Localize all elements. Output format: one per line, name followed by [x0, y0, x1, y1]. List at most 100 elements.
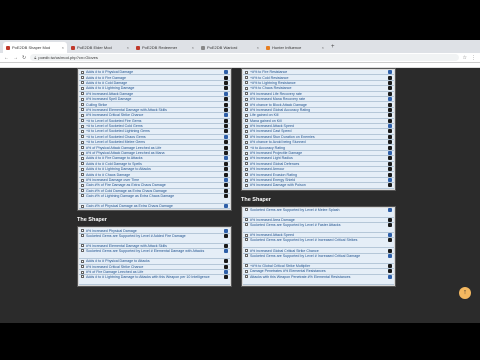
checkbox-icon[interactable]: [245, 167, 248, 171]
mod-row[interactable]: Socketed Gems are Supported by Level # I…: [243, 238, 394, 249]
close-icon[interactable]: ×: [192, 45, 194, 50]
checkbox-icon[interactable]: [245, 264, 248, 268]
checkbox-icon[interactable]: [245, 162, 248, 166]
checkbox-icon[interactable]: [81, 129, 84, 133]
mod-row[interactable]: Adds # to # Lightning Damage to Attacks …: [79, 275, 230, 286]
checkbox-icon[interactable]: [81, 249, 84, 253]
checkbox-icon[interactable]: [245, 238, 248, 242]
close-icon[interactable]: ×: [322, 45, 324, 50]
new-tab-button[interactable]: +: [328, 44, 338, 50]
checkbox-icon[interactable]: [245, 173, 248, 177]
mod-text: Socketed Gems are Supported by Level # M…: [250, 207, 340, 212]
checkbox-icon[interactable]: [81, 265, 84, 269]
tab-hunter[interactable]: Hunter Influence ×: [263, 42, 327, 53]
checkbox-icon[interactable]: [81, 97, 84, 101]
checkbox-icon[interactable]: [81, 167, 84, 171]
checkbox-icon[interactable]: [81, 76, 84, 80]
checkbox-icon[interactable]: [81, 135, 84, 139]
checkbox-icon[interactable]: [81, 204, 84, 208]
checkbox-icon[interactable]: [81, 162, 84, 166]
reload-icon[interactable]: ↻: [22, 55, 26, 61]
mod-tag-icon: [388, 253, 392, 258]
close-icon[interactable]: ×: [127, 45, 129, 50]
back-icon[interactable]: ←: [4, 55, 9, 61]
tab-warlord[interactable]: PoE2DB Warlord ×: [198, 42, 262, 53]
checkbox-icon[interactable]: [245, 70, 248, 74]
mod-row[interactable]: Socketed Gems are Supported by Level # I…: [243, 253, 394, 264]
address-bar[interactable]: 🔒︎ poedb.tw/us/mod.php?cn=Gloves: [30, 54, 459, 61]
checkbox-icon[interactable]: [81, 156, 84, 160]
mod-row[interactable]: Gain #% of Lightning Damage as Extra Cha…: [79, 193, 230, 204]
checkbox-icon[interactable]: [245, 146, 248, 150]
checkbox-icon[interactable]: [81, 270, 84, 274]
checkbox-icon[interactable]: [81, 229, 84, 233]
mod-row[interactable]: Gain #% of Physical Damage as Extra Chao…: [79, 203, 230, 210]
mod-row[interactable]: Socketed Gems are Supported by Level # E…: [79, 249, 230, 260]
checkbox-icon[interactable]: [245, 222, 248, 226]
checkbox-icon[interactable]: [245, 233, 248, 237]
checkbox-icon[interactable]: [245, 108, 248, 112]
close-icon[interactable]: ×: [62, 45, 64, 50]
checkbox-icon[interactable]: [245, 119, 248, 123]
checkbox-icon[interactable]: [81, 103, 84, 107]
checkbox-icon[interactable]: [81, 92, 84, 96]
mod-row[interactable]: #% increased Damage with Poison: [243, 183, 394, 189]
close-icon[interactable]: ×: [257, 45, 259, 50]
checkbox-icon[interactable]: [245, 97, 248, 101]
mod-row[interactable]: Socketed Gems are Supported by Level # A…: [79, 233, 230, 244]
checkbox-icon[interactable]: [245, 151, 248, 155]
checkbox-icon[interactable]: [81, 233, 84, 237]
checkbox-icon[interactable]: [245, 156, 248, 160]
mod-row[interactable]: Socketed Gems are Supported by Level # M…: [243, 207, 394, 218]
checkbox-icon[interactable]: [245, 218, 248, 222]
checkbox-icon[interactable]: [81, 189, 84, 193]
forward-icon[interactable]: →: [13, 55, 18, 61]
checkbox-icon[interactable]: [81, 244, 84, 248]
checkbox-icon[interactable]: [245, 113, 248, 117]
checkbox-icon[interactable]: [81, 119, 84, 123]
mod-row[interactable]: Socketed Gems are Supported by Level # F…: [243, 222, 394, 233]
checkbox-icon[interactable]: [81, 108, 84, 112]
star-icon[interactable]: ☆: [463, 55, 467, 61]
mod-row[interactable]: Attacks with this Weapon Penetrate #% El…: [243, 274, 394, 285]
tab-label: PoE2DB Redeemer: [142, 45, 178, 50]
scroll-to-top-button[interactable]: ↑: [459, 287, 471, 299]
checkbox-icon[interactable]: [81, 124, 84, 128]
tab-elder[interactable]: PoE2DB Elder Mod ×: [68, 42, 132, 53]
checkbox-icon[interactable]: [81, 259, 84, 263]
checkbox-icon[interactable]: [245, 103, 248, 107]
checkbox-icon[interactable]: [81, 151, 84, 155]
checkbox-icon[interactable]: [245, 86, 248, 90]
checkbox-icon[interactable]: [81, 178, 84, 182]
checkbox-icon[interactable]: [81, 81, 84, 85]
checkbox-icon[interactable]: [245, 76, 248, 80]
checkbox-icon[interactable]: [81, 86, 84, 90]
checkbox-icon[interactable]: [245, 81, 248, 85]
checkbox-icon[interactable]: [245, 124, 248, 128]
checkbox-icon[interactable]: [81, 173, 84, 177]
checkbox-icon[interactable]: [245, 274, 248, 278]
checkbox-icon[interactable]: [245, 207, 248, 211]
checkbox-icon[interactable]: [245, 253, 248, 257]
checkbox-icon[interactable]: [245, 269, 248, 273]
checkbox-icon[interactable]: [245, 249, 248, 253]
tab-shaper[interactable]: PoE2DB Shaper Mod ×: [3, 42, 67, 53]
checkbox-icon[interactable]: [81, 193, 84, 197]
checkbox-icon[interactable]: [245, 92, 248, 96]
checkbox-icon[interactable]: [245, 129, 248, 133]
menu-icon[interactable]: ⋮: [471, 55, 476, 61]
mod-text: Life gained on Kill: [250, 113, 279, 118]
mod-tag-icon: [224, 178, 228, 182]
checkbox-icon[interactable]: [81, 140, 84, 144]
checkbox-icon[interactable]: [81, 70, 84, 74]
mod-text: Socketed Gems are Supported by Level # F…: [250, 222, 341, 227]
checkbox-icon[interactable]: [245, 135, 248, 139]
checkbox-icon[interactable]: [245, 178, 248, 182]
checkbox-icon[interactable]: [245, 140, 248, 144]
tab-redeemer[interactable]: PoE2DB Redeemer ×: [133, 42, 197, 53]
checkbox-icon[interactable]: [81, 146, 84, 150]
checkbox-icon[interactable]: [81, 275, 84, 279]
checkbox-icon[interactable]: [81, 113, 84, 117]
checkbox-icon[interactable]: [245, 183, 248, 187]
checkbox-icon[interactable]: [81, 183, 84, 187]
